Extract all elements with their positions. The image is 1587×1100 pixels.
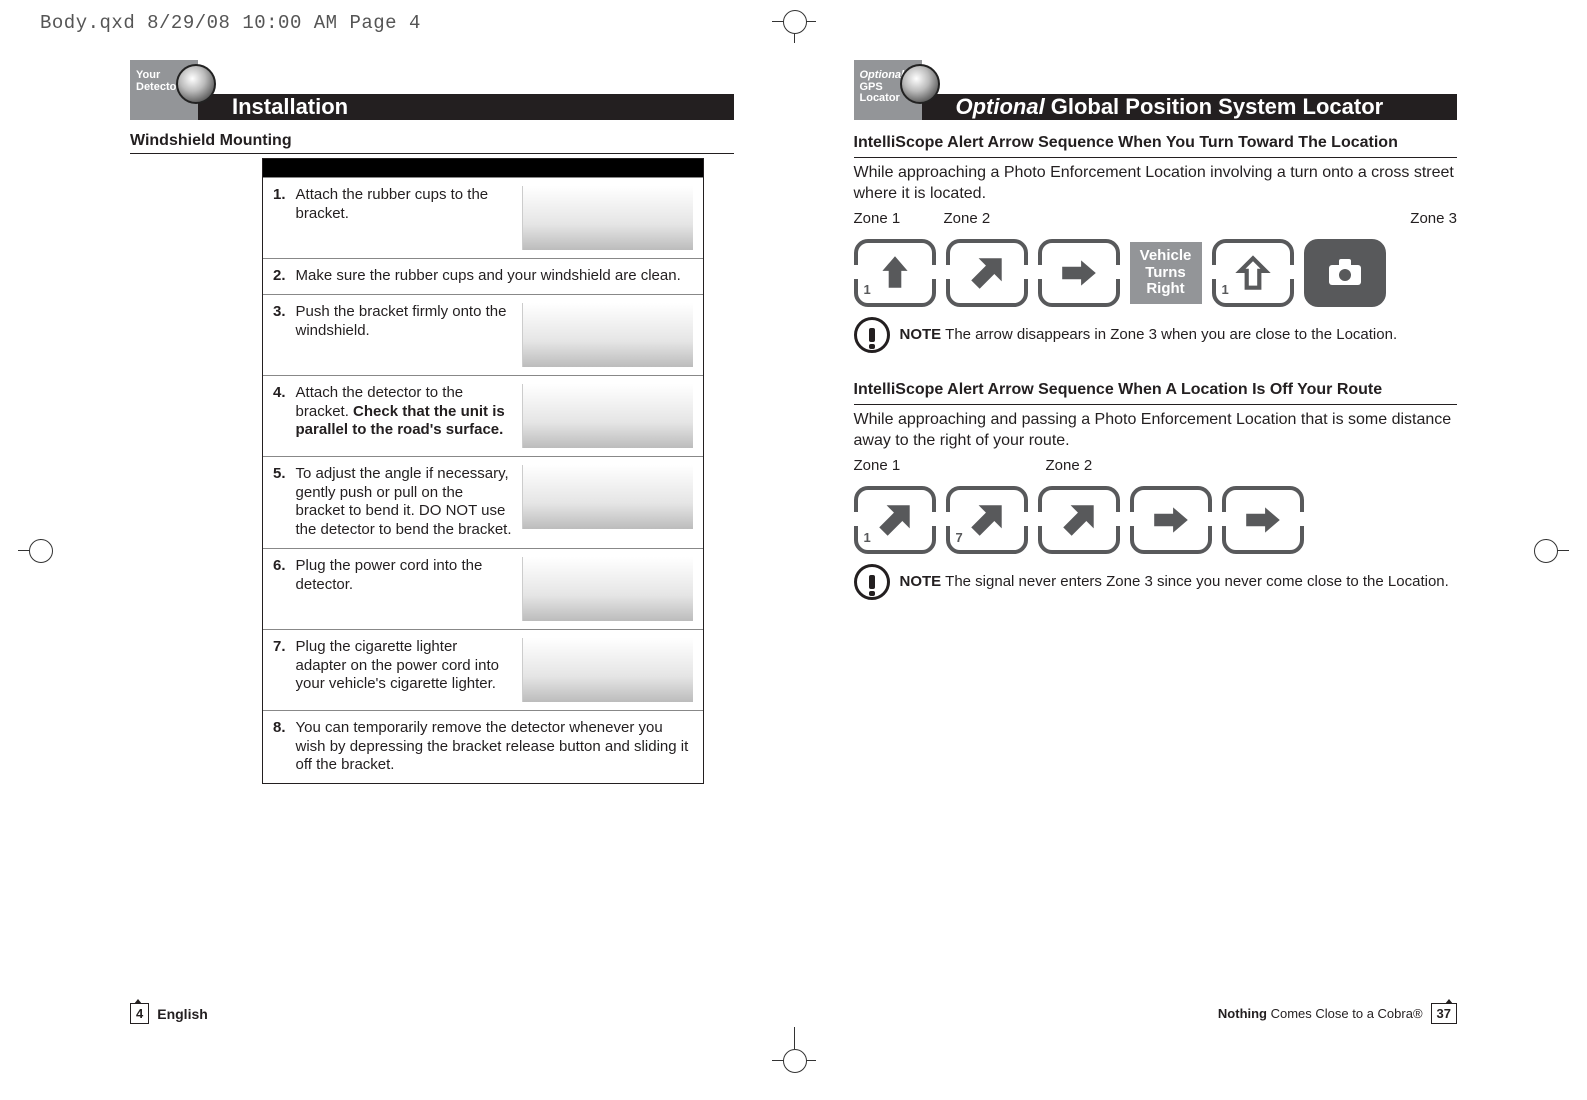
- step-number: 7.: [273, 638, 286, 702]
- zone1-label: Zone 1: [854, 456, 1034, 476]
- arrow-right-icon: [1038, 239, 1120, 307]
- zone2-label: Zone 2: [944, 209, 1184, 229]
- step-text: To adjust the angle if necessary, gently…: [296, 465, 512, 540]
- content-columns: Your Detector Installation Windshield Mo…: [130, 70, 1457, 980]
- section1-icons: 1 Vehicle Turns Right 1: [854, 239, 1458, 307]
- instruction-box: 1. Attach the rubber cups to the bracket…: [262, 158, 704, 784]
- right-tab: Optional GPS Locator: [854, 60, 922, 120]
- step-3: 3. Push the bracket firmly onto the wind…: [263, 294, 703, 375]
- step-number: 2.: [273, 267, 286, 286]
- arrow-upright-icon: 7: [946, 486, 1028, 554]
- arrow-upright-icon: [1038, 486, 1120, 554]
- step-text: Attach the rubber cups to the bracket.: [296, 186, 512, 250]
- step-image: [522, 186, 693, 250]
- section2-body: While approaching and passing a Photo En…: [854, 409, 1458, 452]
- step-2: 2. Make sure the rubber cups and your wi…: [263, 258, 703, 294]
- cobra-logo-icon: [900, 64, 940, 104]
- section2-heading: IntelliScope Alert Arrow Sequence When A…: [854, 379, 1458, 405]
- camera-icon: [1304, 239, 1386, 307]
- running-head: Body.qxd 8/29/08 10:00 AM Page 4: [40, 12, 421, 34]
- footer: 4 English Nothing Comes Close to a Cobra…: [130, 1003, 1457, 1024]
- section2-zone-labels: Zone 1 Zone 2: [854, 456, 1458, 476]
- step-number: 6.: [273, 557, 286, 621]
- footer-left: 4 English: [130, 1003, 208, 1024]
- language-label: English: [157, 1006, 208, 1022]
- instruction-topbar: [263, 159, 703, 177]
- left-header: Your Detector Installation: [130, 70, 734, 120]
- step-8: 8. You can temporarily remove the detect…: [263, 710, 703, 783]
- section2-icons: 1 7: [854, 486, 1458, 554]
- zone2-label: Zone 2: [1046, 456, 1093, 476]
- vehicle-turns-right-label: Vehicle Turns Right: [1130, 242, 1202, 304]
- note-icon: [854, 317, 890, 353]
- arrow-right-icon: [1130, 486, 1212, 554]
- windshield-subhead: Windshield Mounting: [130, 132, 734, 154]
- right-column: Optional GPS Locator OptionalGlobal Posi…: [854, 70, 1458, 980]
- step-number: 3.: [273, 303, 286, 367]
- tab-label-1: Optional: [860, 69, 905, 81]
- step-4: 4. Attach the detector to the bracket. C…: [263, 375, 703, 456]
- zone3-label: Zone 3: [1410, 209, 1457, 229]
- left-page-title: Installation: [198, 94, 734, 120]
- arrow-up-icon: 1: [854, 239, 936, 307]
- page-spread: Body.qxd 8/29/08 10:00 AM Page 4 Your De…: [0, 0, 1587, 1100]
- cobra-logo-icon: [176, 64, 216, 104]
- step-text: Plug the cigarette lighter adapter on th…: [296, 638, 512, 702]
- right-header: Optional GPS Locator OptionalGlobal Posi…: [854, 70, 1458, 120]
- step-text: You can temporarily remove the detector …: [296, 719, 693, 775]
- step-image: [522, 638, 693, 702]
- step-image: [522, 465, 693, 529]
- tab-label-2: GPS Locator: [860, 81, 900, 105]
- step-number: 8.: [273, 719, 286, 775]
- section1-note: NOTEThe arrow disappears in Zone 3 when …: [854, 317, 1458, 353]
- step-image: [522, 557, 693, 621]
- step-1: 1. Attach the rubber cups to the bracket…: [263, 177, 703, 258]
- step-number: 5.: [273, 465, 286, 540]
- page-number-right: 37: [1431, 1003, 1457, 1024]
- right-page-title: OptionalGlobal Position System Locator: [922, 94, 1458, 120]
- step-5: 5. To adjust the angle if necessary, gen…: [263, 456, 703, 548]
- note-icon: [854, 564, 890, 600]
- step-image: [522, 384, 693, 448]
- tab-label: Your Detector: [136, 69, 181, 93]
- section1-heading: IntelliScope Alert Arrow Sequence When Y…: [854, 132, 1458, 158]
- step-7: 7. Plug the cigarette lighter adapter on…: [263, 629, 703, 710]
- zone1-label: Zone 1: [854, 209, 932, 229]
- step-text: Make sure the rubber cups and your winds…: [296, 267, 693, 286]
- left-column: Your Detector Installation Windshield Mo…: [130, 70, 734, 980]
- section1-zone-labels: Zone 1 Zone 2 Zone 3: [854, 209, 1458, 229]
- step-6: 6. Plug the power cord into the detector…: [263, 548, 703, 629]
- step-text: Push the bracket firmly onto the windshi…: [296, 303, 512, 367]
- arrow-upright-icon: 1: [854, 486, 936, 554]
- arrow-upright-icon: [946, 239, 1028, 307]
- step-image: [522, 303, 693, 367]
- step-number: 1.: [273, 186, 286, 250]
- left-tab: Your Detector: [130, 60, 198, 120]
- arrow-right-icon: [1222, 486, 1304, 554]
- tagline: Nothing Comes Close to a Cobra®: [1218, 1006, 1423, 1021]
- section2-note: NOTEThe signal never enters Zone 3 since…: [854, 564, 1458, 600]
- page-number-left: 4: [130, 1003, 149, 1024]
- section1-body: While approaching a Photo Enforcement Lo…: [854, 162, 1458, 205]
- step-number: 4.: [273, 384, 286, 448]
- footer-right: Nothing Comes Close to a Cobra® 37: [1218, 1003, 1457, 1024]
- step-text: Attach the detector to the bracket. Chec…: [296, 384, 512, 448]
- step-text: Plug the power cord into the detector.: [296, 557, 512, 621]
- arrow-up-outline-icon: 1: [1212, 239, 1294, 307]
